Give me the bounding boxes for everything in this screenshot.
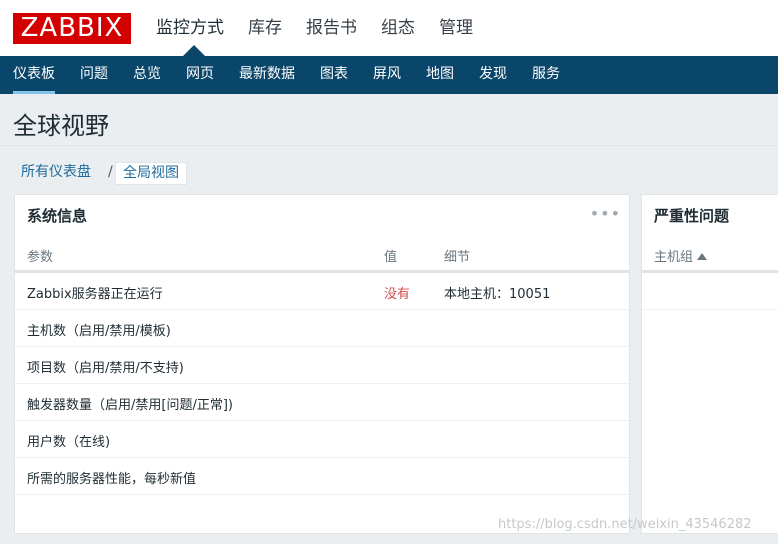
- subnav-overview[interactable]: 总览: [133, 56, 161, 94]
- subnav-latest-data[interactable]: 最新数据: [239, 56, 295, 94]
- row-parameter: 触发器数量（启用/禁用[问题/正常]): [27, 398, 233, 413]
- subnav-services[interactable]: 服务: [532, 56, 560, 94]
- main-menu: 监控方式 库存 报告书 组态 管理: [156, 0, 497, 56]
- row-details: 本地主机：10051: [444, 287, 551, 302]
- active-menu-caret-icon: [183, 45, 205, 56]
- zabbix-logo[interactable]: ZABBIX: [13, 13, 131, 44]
- watermark: https://blog.csdn.net/weixin_43546282: [498, 517, 752, 532]
- problems-by-severity-widget: 严重性问题 主机组: [641, 194, 778, 534]
- sort-ascending-icon: [697, 253, 708, 260]
- subnav-discovery[interactable]: 发现: [479, 56, 507, 94]
- subnav-dashboard[interactable]: 仪表板: [13, 56, 55, 94]
- menu-administration[interactable]: 管理: [439, 0, 473, 56]
- menu-reports[interactable]: 报告书: [306, 0, 357, 56]
- subnav-screens[interactable]: 屏风: [373, 56, 401, 94]
- table-row: 用户数（在线): [15, 421, 629, 458]
- table-row: [642, 273, 778, 310]
- subnav-problems[interactable]: 问题: [80, 56, 108, 94]
- system-information-widget: 系统信息 ••• 参数 值 细节 Zabbix服务器正在运行 没有 本地主机：1…: [14, 194, 630, 534]
- breadcrumb-separator: /: [108, 164, 113, 180]
- table-row: Zabbix服务器正在运行 没有 本地主机：10051: [15, 273, 629, 310]
- subnav-graphs[interactable]: 图表: [320, 56, 348, 94]
- menu-inventory[interactable]: 库存: [248, 0, 282, 56]
- widget-title: 系统信息: [27, 207, 88, 225]
- column-header-details[interactable]: 细节: [444, 246, 470, 265]
- sub-navigation: 仪表板 问题 总览 网页 最新数据 图表 屏风 地图 发现 服务: [0, 56, 778, 94]
- row-parameter: 主机数（启用/禁用/模板): [27, 324, 171, 339]
- row-parameter: 项目数（启用/禁用/不支持): [27, 361, 184, 376]
- table-row: 所需的服务器性能，每秒新值: [15, 458, 629, 495]
- row-parameter: Zabbix服务器正在运行: [27, 287, 163, 302]
- column-header-label: 主机组: [654, 250, 694, 265]
- row-parameter: 用户数（在线): [27, 435, 111, 450]
- subnav-maps[interactable]: 地图: [426, 56, 454, 94]
- column-header-parameter[interactable]: 参数: [27, 246, 53, 265]
- table-row: 主机数（启用/禁用/模板): [15, 310, 629, 347]
- menu-configuration[interactable]: 组态: [381, 0, 415, 56]
- subnav-web[interactable]: 网页: [186, 56, 214, 94]
- table-row: 项目数（启用/禁用/不支持): [15, 347, 629, 384]
- breadcrumb-global-view[interactable]: 全局视图: [115, 162, 187, 185]
- table-row: 触发器数量（启用/禁用[问题/正常]): [15, 384, 629, 421]
- breadcrumb-all-dashboards[interactable]: 所有仪表盘: [21, 162, 91, 185]
- row-parameter: 所需的服务器性能，每秒新值: [27, 472, 197, 487]
- column-header-host-group[interactable]: 主机组: [654, 246, 708, 265]
- widget-title: 严重性问题: [654, 207, 730, 225]
- title-divider: [0, 145, 778, 146]
- page-title: 全球视野: [13, 112, 109, 140]
- more-options-icon[interactable]: •••: [590, 204, 621, 223]
- top-header: ZABBIX 监控方式 库存 报告书 组态 管理: [0, 0, 778, 56]
- row-value: 没有: [384, 287, 411, 302]
- column-header-value[interactable]: 值: [384, 246, 397, 265]
